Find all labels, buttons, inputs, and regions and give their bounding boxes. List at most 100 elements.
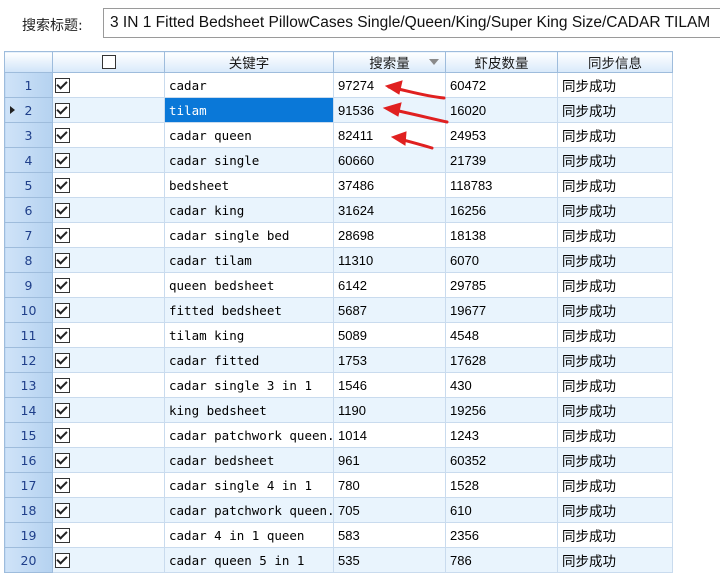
row-number[interactable]: 12 bbox=[4, 347, 53, 373]
table-row[interactable]: 8 cadar tilam 11310 6070 同步成功 bbox=[4, 247, 673, 273]
table-row[interactable]: 6 cadar king 31624 16256 同步成功 bbox=[4, 197, 673, 223]
search-volume-cell[interactable]: 28698 bbox=[333, 222, 446, 248]
shopee-count-cell[interactable]: 1243 bbox=[445, 422, 558, 448]
shopee-count-cell[interactable]: 2356 bbox=[445, 522, 558, 548]
keyword-cell[interactable]: cadar 4 in 1 queen bbox=[164, 522, 334, 548]
row-select-cell[interactable] bbox=[52, 547, 165, 573]
checked-checkbox-icon[interactable] bbox=[55, 427, 70, 443]
row-select-cell[interactable] bbox=[52, 147, 165, 173]
row-select-cell[interactable] bbox=[52, 172, 165, 198]
select-all-checkbox[interactable] bbox=[101, 55, 116, 69]
search-volume-cell[interactable]: 5089 bbox=[333, 322, 446, 348]
table-row[interactable]: 19 cadar 4 in 1 queen 583 2356 同步成功 bbox=[4, 522, 673, 548]
search-volume-cell[interactable]: 583 bbox=[333, 522, 446, 548]
sync-status-cell[interactable]: 同步成功 bbox=[557, 547, 673, 573]
table-row[interactable]: 3 cadar queen 82411 24953 同步成功 bbox=[4, 122, 673, 148]
shopee-count-cell[interactable]: 786 bbox=[445, 547, 558, 573]
keyword-cell[interactable]: cadar single 4 in 1 bbox=[164, 472, 334, 498]
checked-checkbox-icon[interactable] bbox=[55, 152, 70, 168]
sync-status-cell[interactable]: 同步成功 bbox=[557, 522, 673, 548]
keyword-cell[interactable]: fitted bedsheet bbox=[164, 297, 334, 323]
shopee-count-cell[interactable]: 1528 bbox=[445, 472, 558, 498]
keyword-cell[interactable]: cadar fitted bbox=[164, 347, 334, 373]
keyword-cell[interactable]: cadar tilam bbox=[164, 247, 334, 273]
sync-status-cell[interactable]: 同步成功 bbox=[557, 422, 673, 448]
keyword-cell[interactable]: cadar patchwork queen... bbox=[164, 422, 334, 448]
search-volume-cell[interactable]: 1014 bbox=[333, 422, 446, 448]
row-select-cell[interactable] bbox=[52, 222, 165, 248]
search-volume-cell[interactable]: 6142 bbox=[333, 272, 446, 298]
checked-checkbox-icon[interactable] bbox=[55, 77, 70, 93]
sync-status-cell[interactable]: 同步成功 bbox=[557, 197, 673, 223]
row-number[interactable]: 20 bbox=[4, 547, 53, 573]
table-row[interactable]: 9 queen bedsheet 6142 29785 同步成功 bbox=[4, 272, 673, 298]
row-select-cell[interactable] bbox=[52, 397, 165, 423]
row-select-cell[interactable] bbox=[52, 497, 165, 523]
checked-checkbox-icon[interactable] bbox=[55, 477, 70, 493]
sync-status-cell[interactable]: 同步成功 bbox=[557, 472, 673, 498]
table-row[interactable]: 10 fitted bedsheet 5687 19677 同步成功 bbox=[4, 297, 673, 323]
row-number[interactable]: 7 bbox=[4, 222, 53, 248]
keyword-cell[interactable]: cadar queen bbox=[164, 122, 334, 148]
shopee-count-cell[interactable]: 16020 bbox=[445, 97, 558, 123]
checked-checkbox-icon[interactable] bbox=[55, 327, 70, 343]
row-number[interactable]: 16 bbox=[4, 447, 53, 473]
checked-checkbox-icon[interactable] bbox=[55, 102, 70, 118]
row-number[interactable]: 6 bbox=[4, 197, 53, 223]
row-number[interactable]: 19 bbox=[4, 522, 53, 548]
shopee-count-cell[interactable]: 29785 bbox=[445, 272, 558, 298]
row-number[interactable]: 3 bbox=[4, 122, 53, 148]
checked-checkbox-icon[interactable] bbox=[55, 502, 70, 518]
shopee-count-cell[interactable]: 610 bbox=[445, 497, 558, 523]
table-row[interactable]: 2 tilam 91536 16020 同步成功 bbox=[4, 97, 673, 123]
row-select-cell[interactable] bbox=[52, 97, 165, 123]
search-volume-cell[interactable]: 535 bbox=[333, 547, 446, 573]
table-row[interactable]: 11 tilam king 5089 4548 同步成功 bbox=[4, 322, 673, 348]
keyword-cell[interactable]: cadar queen 5 in 1 bbox=[164, 547, 334, 573]
row-select-cell[interactable] bbox=[52, 197, 165, 223]
shopee-count-cell[interactable]: 60352 bbox=[445, 447, 558, 473]
keyword-column-header[interactable]: 关键字 bbox=[164, 51, 334, 73]
table-row[interactable]: 12 cadar fitted 1753 17628 同步成功 bbox=[4, 347, 673, 373]
sync-status-cell[interactable]: 同步成功 bbox=[557, 97, 673, 123]
row-select-cell[interactable] bbox=[52, 122, 165, 148]
row-select-cell[interactable] bbox=[52, 322, 165, 348]
table-row[interactable]: 18 cadar patchwork queen... 705 610 同步成功 bbox=[4, 497, 673, 523]
row-number[interactable]: 15 bbox=[4, 422, 53, 448]
search-volume-cell[interactable]: 1546 bbox=[333, 372, 446, 398]
row-select-cell[interactable] bbox=[52, 422, 165, 448]
checked-checkbox-icon[interactable] bbox=[55, 402, 70, 418]
shopee-count-cell[interactable]: 18138 bbox=[445, 222, 558, 248]
checked-checkbox-icon[interactable] bbox=[55, 377, 70, 393]
keyword-cell[interactable]: tilam king bbox=[164, 322, 334, 348]
table-row[interactable]: 16 cadar bedsheet 961 60352 同步成功 bbox=[4, 447, 673, 473]
checked-checkbox-icon[interactable] bbox=[55, 552, 70, 568]
sync-status-cell[interactable]: 同步成功 bbox=[557, 397, 673, 423]
sync-status-cell[interactable]: 同步成功 bbox=[557, 247, 673, 273]
sort-desc-icon[interactable] bbox=[429, 59, 439, 65]
sync-status-cell[interactable]: 同步成功 bbox=[557, 72, 673, 98]
keyword-cell[interactable]: cadar king bbox=[164, 197, 334, 223]
row-number[interactable]: 1 bbox=[4, 72, 53, 98]
checked-checkbox-icon[interactable] bbox=[55, 352, 70, 368]
checked-checkbox-icon[interactable] bbox=[55, 227, 70, 243]
search-volume-column-header[interactable]: 搜索量 bbox=[333, 51, 446, 73]
keyword-cell[interactable]: queen bedsheet bbox=[164, 272, 334, 298]
row-select-cell[interactable] bbox=[52, 372, 165, 398]
checked-checkbox-icon[interactable] bbox=[55, 177, 70, 193]
checked-checkbox-icon[interactable] bbox=[55, 127, 70, 143]
table-row[interactable]: 20 cadar queen 5 in 1 535 786 同步成功 bbox=[4, 547, 673, 573]
search-volume-cell[interactable]: 961 bbox=[333, 447, 446, 473]
table-row[interactable]: 1 cadar 97274 60472 同步成功 bbox=[4, 72, 673, 98]
row-select-cell[interactable] bbox=[52, 447, 165, 473]
keyword-cell[interactable]: cadar bedsheet bbox=[164, 447, 334, 473]
shopee-count-cell[interactable]: 21739 bbox=[445, 147, 558, 173]
checked-checkbox-icon[interactable] bbox=[55, 452, 70, 468]
shopee-count-cell[interactable]: 430 bbox=[445, 372, 558, 398]
shopee-count-cell[interactable]: 6070 bbox=[445, 247, 558, 273]
search-volume-cell[interactable]: 780 bbox=[333, 472, 446, 498]
keyword-cell[interactable]: king bedsheet bbox=[164, 397, 334, 423]
keyword-cell[interactable]: cadar single 3 in 1 bbox=[164, 372, 334, 398]
sync-status-cell[interactable]: 同步成功 bbox=[557, 372, 673, 398]
search-volume-cell[interactable]: 37486 bbox=[333, 172, 446, 198]
